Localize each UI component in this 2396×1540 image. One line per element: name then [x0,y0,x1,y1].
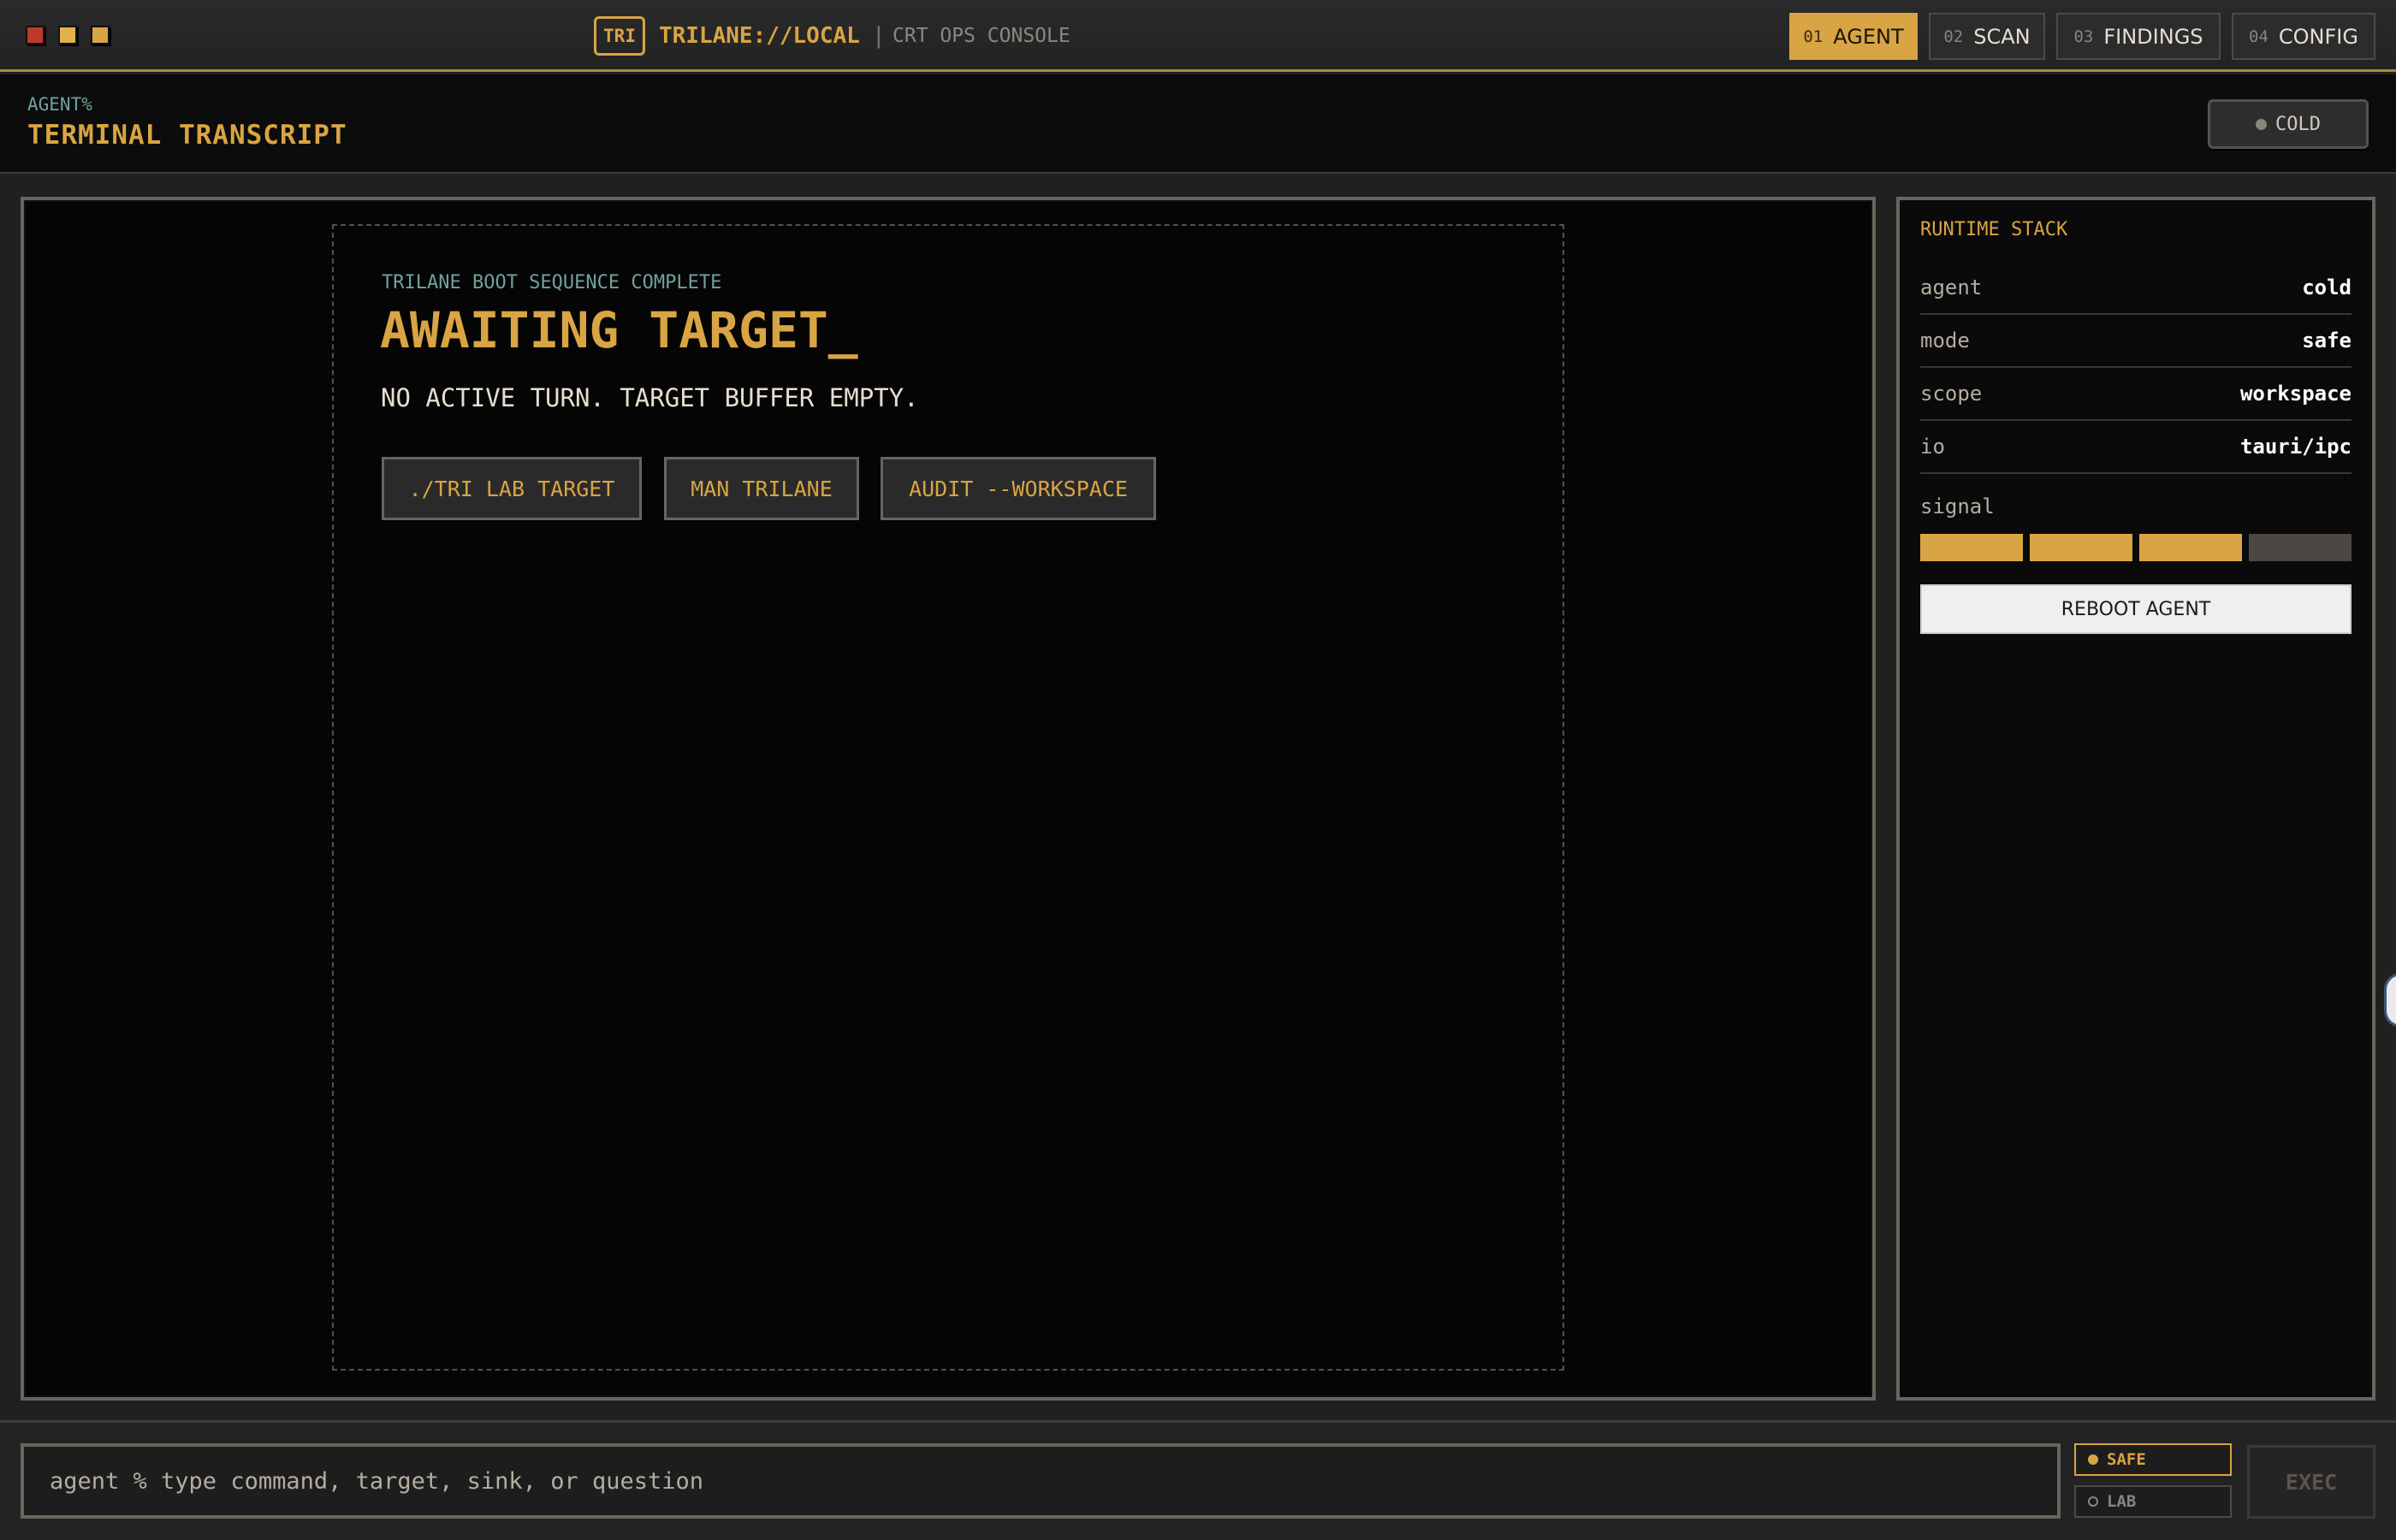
mode-lab-toggle[interactable]: LAB [2074,1485,2232,1518]
window-close-icon[interactable] [26,26,44,44]
man-trilane-button[interactable]: MAN TRILANE [664,457,859,520]
brand-separator: | [872,23,886,49]
tab-label: FINDINGS [2103,24,2203,49]
tab-label: SCAN [1973,24,2031,49]
status-label: COLD [2275,113,2321,135]
stack-value: tauri/ipc [2239,435,2352,459]
boot-label: TRILANE BOOT SEQUENCE COMPLETE [382,272,722,293]
mode-safe-toggle[interactable]: SAFE [2074,1443,2232,1476]
signal-bar [2249,534,2352,561]
stack-key: agent [1920,275,1983,299]
tab-label: CONFIG [2278,24,2358,49]
signal-label: signal [1920,495,1995,518]
page-title: TERMINAL TRANSCRIPT [27,120,347,151]
signal-bar [2139,534,2242,561]
tab-number: 01 [1803,27,1824,46]
brand-subtitle: CRT OPS CONSOLE [893,25,1070,47]
lab-target-button[interactable]: ./TRI LAB TARGET [382,457,642,520]
boot-message: NO ACTIVE TURN. TARGET BUFFER EMPTY. [381,383,919,412]
runtime-stack-title: RUNTIME STACK [1920,219,2068,240]
mode-dot-icon [2088,1496,2098,1507]
stack-value: workspace [2239,382,2352,406]
scroll-handle[interactable] [2384,973,2396,1028]
tab-config[interactable]: 04 CONFIG [2232,13,2375,60]
tab-number: 03 [2073,27,2094,46]
reboot-agent-button[interactable]: REBOOT AGENT [1920,584,2352,634]
breadcrumb: AGENT% [27,94,92,115]
window-minimize-icon[interactable] [58,26,77,44]
signal-bar [2030,534,2132,561]
boot-title: AWAITING TARGET_ [380,301,858,359]
brand-name: TRILANE://LOCAL [659,23,860,49]
page-header [0,74,2396,174]
stack-row-scope: scope workspace [1920,368,2352,421]
tab-findings[interactable]: 03 FINDINGS [2056,13,2221,60]
status-badge[interactable]: COLD [2208,99,2369,149]
window-maximize-icon[interactable] [91,26,110,44]
stack-key: mode [1920,329,1970,352]
mode-label: SAFE [2107,1450,2146,1469]
stack-row-io: io tauri/ipc [1920,421,2352,474]
tab-scan[interactable]: 02 SCAN [1929,13,2045,60]
stack-value: cold [2302,275,2352,299]
mode-dot-icon [2088,1454,2098,1465]
mode-label: LAB [2107,1492,2137,1511]
tab-number: 02 [1943,27,1964,46]
stack-row-mode: mode safe [1920,315,2352,368]
stack-value: safe [2302,329,2352,352]
status-dot-icon [2256,118,2267,130]
command-input[interactable]: agent % type command, target, sink, or q… [21,1443,2061,1519]
exec-button[interactable]: EXEC [2247,1445,2375,1519]
brand-logo: TRI [594,16,645,56]
tab-label: AGENT [1833,24,1904,49]
audit-workspace-button[interactable]: AUDIT --WORKSPACE [881,457,1156,520]
stack-row-agent: agent cold [1920,262,2352,315]
stack-key: io [1920,435,1945,459]
stack-key: scope [1920,382,1983,406]
tab-number: 04 [2249,27,2268,46]
signal-bar [1920,534,2023,561]
tab-agent[interactable]: 01 AGENT [1789,13,1918,60]
